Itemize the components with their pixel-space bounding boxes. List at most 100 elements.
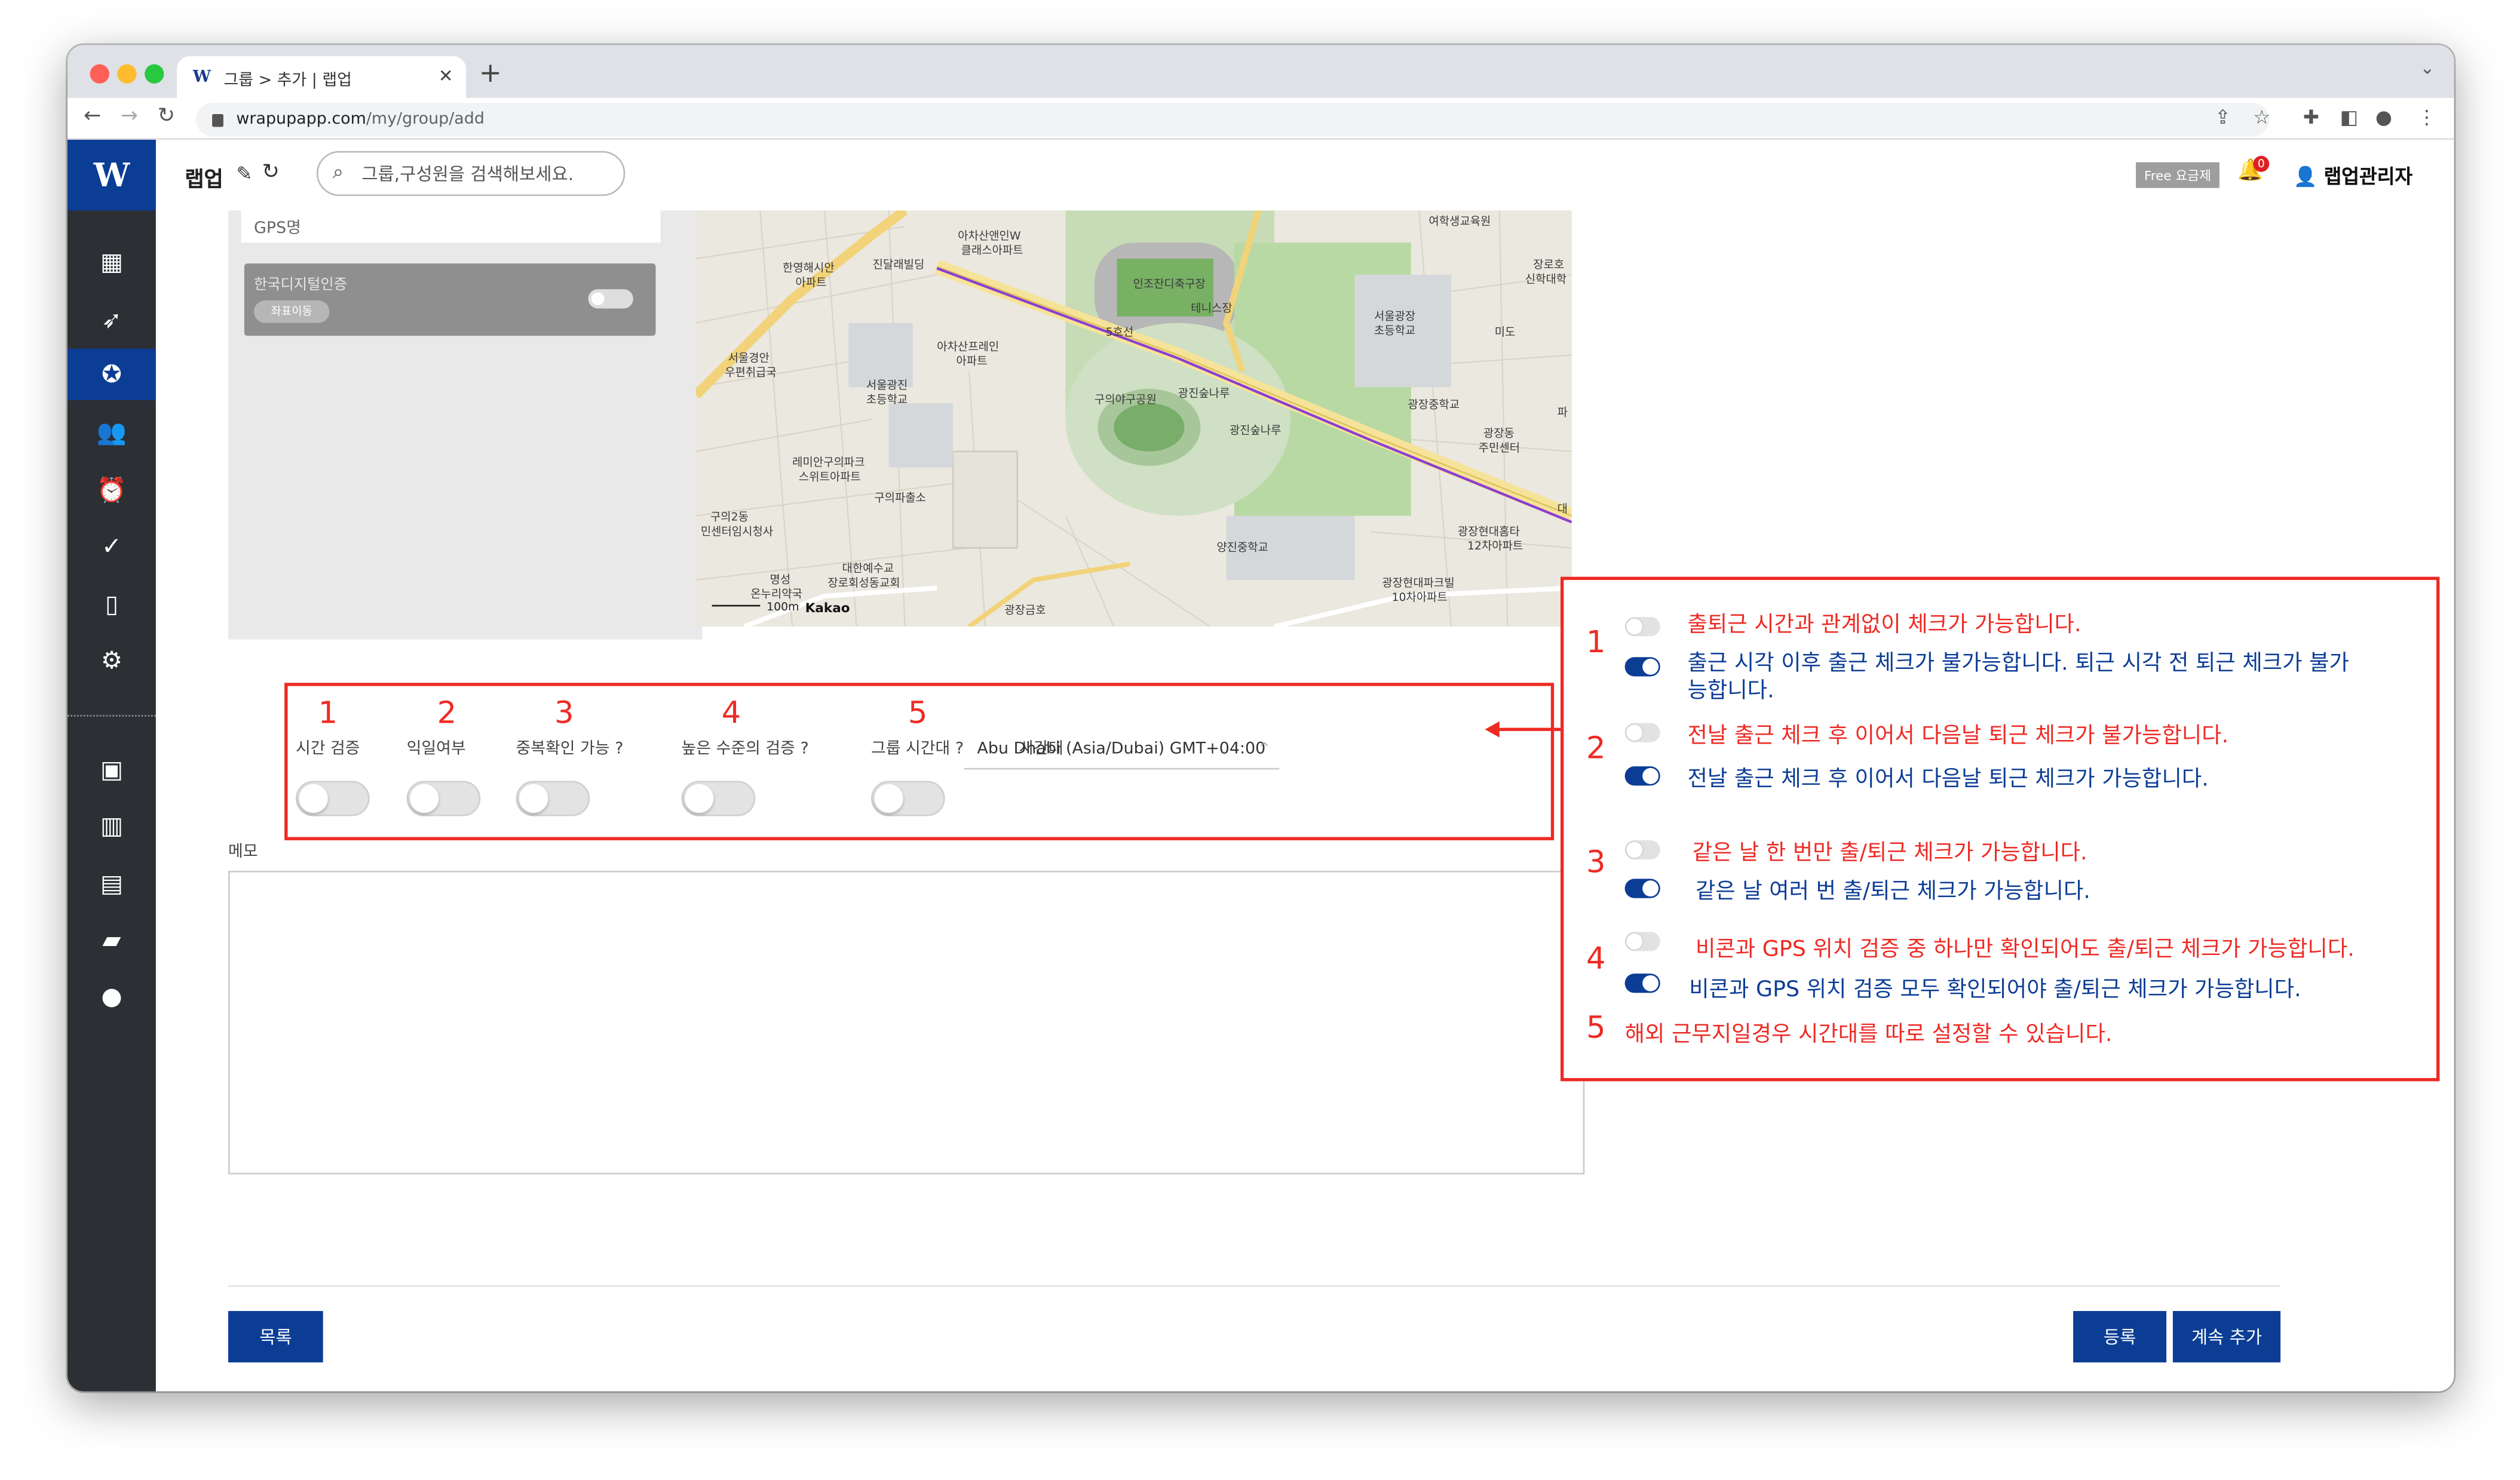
forward-icon[interactable]: → [121, 105, 138, 128]
map-label: 인조잔디축구장 [1133, 278, 1206, 291]
map-label: 서울광장 [1374, 310, 1416, 323]
gps-name-label: GPS명 [241, 210, 661, 243]
building-icon[interactable]: ▥ [68, 800, 156, 852]
callout-text-on-continued: 능합니다. [1687, 678, 1774, 704]
plan-badge[interactable]: Free 요금제 [2136, 162, 2219, 188]
store-icon[interactable]: ▤ [68, 858, 156, 909]
next-day-label: 익일여부 [406, 741, 466, 759]
duplicate-check-toggle[interactable] [516, 781, 590, 816]
extensions-icon[interactable]: ✚ [2303, 106, 2319, 129]
share-icon[interactable]: ⇪ [2215, 106, 2231, 129]
map-scale: 100m [767, 601, 799, 614]
toggle-off-icon [1624, 723, 1660, 742]
callout-text-off: 전날 출근 체크 후 이어서 다음날 퇴근 체크가 불가능합니다. [1687, 723, 2229, 749]
map-label: 명성 [770, 573, 791, 587]
gps-card-toggle[interactable] [588, 289, 633, 309]
group-icon[interactable]: ✪ [67, 348, 156, 400]
browser-tab[interactable]: W 그룹 > 추가 | 랩업 ✕ [176, 56, 467, 99]
bookmark-star-icon[interactable]: ☆ [2253, 106, 2270, 129]
url-field[interactable]: wrapupapp.com/my/group/add [196, 103, 2270, 137]
footer-divider [228, 1285, 2281, 1287]
map-label: 한영해시안 [783, 262, 835, 275]
option-number: 3 [554, 695, 574, 731]
map-label: 광장금호 [1004, 604, 1046, 617]
map-label: 대한예수교 [842, 562, 894, 576]
minimize-window-button[interactable] [117, 64, 137, 84]
brand-name: 랩업 [185, 168, 223, 193]
browser-menu-icon[interactable]: ⋮ [2417, 106, 2436, 129]
memo-textarea[interactable] [228, 870, 1585, 1175]
map-label: 서울광진 [866, 379, 908, 392]
timezone-value: Abu Dhabi (Asia/Dubai) GMT+04:00 [977, 741, 1266, 759]
lock-icon [212, 113, 223, 127]
map-label: 아차산프레인 [937, 340, 1000, 354]
time-verification-toggle[interactable] [295, 781, 370, 816]
map-label: 아파트 [956, 355, 988, 369]
callout-text-on: 출근 시각 이후 출근 체크가 불가능합니다. 퇴근 시각 전 퇴근 체크가 불… [1687, 650, 2349, 677]
notification-count: 0 [2253, 155, 2270, 172]
option-number: 5 [908, 695, 928, 731]
search-input[interactable]: ⌕ 그룹,구성원을 검색해보세요. [316, 151, 626, 196]
sidebar: W ▦ ➶ ✪ 👥 ⏰ ✓ ▯ ⚙ ▣ ▥ ▤ ▰ ● [67, 140, 156, 1392]
map-label: 광장현대홈타 [1457, 525, 1520, 539]
register-button[interactable]: 등록 [2073, 1311, 2167, 1363]
map-label: 5호선 [1105, 326, 1134, 339]
side-panel-icon[interactable]: ◧ [2340, 106, 2359, 129]
check-icon[interactable]: ✓ [68, 521, 156, 572]
profile-icon[interactable]: ● [2375, 106, 2392, 129]
close-window-button[interactable] [90, 64, 109, 84]
callout-number: 2 [1586, 730, 1606, 767]
map-label: 광장현대파크빌 [1382, 576, 1455, 590]
map-label: 파 [1557, 406, 1568, 420]
support-icon[interactable]: ● [68, 971, 156, 1022]
map-label: 양진중학교 [1216, 541, 1268, 555]
next-day-toggle[interactable] [406, 781, 481, 816]
continue-add-button[interactable]: 계속 추가 [2172, 1311, 2281, 1363]
toggle-off-icon [1624, 616, 1660, 637]
dashboard-icon[interactable]: ▦ [68, 236, 156, 287]
user-menu[interactable]: 👤 랩업관리자 [2294, 162, 2412, 190]
sidebar-divider [67, 715, 156, 717]
group-timezone-label: 그룹 시간대 ? [870, 741, 964, 759]
toggle-off-icon [1624, 932, 1660, 951]
refresh-icon[interactable]: ↻ [262, 161, 279, 185]
map-label: 구의2동 [710, 511, 749, 524]
chat-icon[interactable]: ▰ [68, 914, 156, 966]
map-view[interactable]: 여학생교육원 아차산앤인W 클래스아파트 한영해시안 아파트 진달래빌딩 인조잔… [695, 210, 1572, 627]
close-tab-icon[interactable]: ✕ [439, 66, 453, 87]
edit-pencil-icon[interactable]: ✎ [236, 162, 252, 185]
map-label: 장로회성동교회 [827, 576, 900, 590]
gps-card[interactable]: 한국디지털인증 좌표이동 [244, 263, 656, 336]
map-label: 구의파출소 [874, 492, 926, 505]
timezone-select[interactable]: Abu Dhabi (Asia/Dubai) GMT+04:00 ^ [964, 741, 1280, 770]
maximize-window-button[interactable] [145, 64, 164, 84]
address-bar: ← → ↻ wrapupapp.com/my/group/add ⇪ ☆ ✚ ◧… [67, 98, 2454, 140]
rocket-icon[interactable]: ➶ [68, 294, 156, 345]
callout-number: 5 [1586, 1011, 1606, 1046]
map-label: 광장중학교 [1408, 398, 1460, 412]
reload-icon[interactable]: ↻ [158, 105, 175, 128]
callout-text-on: 전날 출근 체크 후 이어서 다음날 퇴근 체크가 가능합니다. [1687, 766, 2209, 793]
phone-icon[interactable]: ▯ [68, 578, 156, 630]
alarm-icon[interactable]: ⏰ [68, 464, 156, 515]
people-icon[interactable]: 👥 [68, 407, 156, 458]
high-level-verification-toggle[interactable] [681, 781, 756, 816]
map-label: 미도 [1494, 326, 1516, 339]
contact-card-icon[interactable]: ▣ [68, 744, 156, 795]
group-timezone-toggle[interactable] [870, 781, 945, 816]
app-logo[interactable]: W [67, 140, 156, 211]
list-button[interactable]: 목록 [228, 1311, 323, 1363]
move-coordinates-button[interactable]: 좌표이동 [254, 300, 330, 323]
search-icon: ⌕ [332, 161, 344, 183]
time-verification-label: 시간 검증 [295, 741, 360, 759]
map-label: 여학생교육원 [1428, 215, 1491, 228]
toggle-off-icon [1624, 840, 1660, 860]
back-icon[interactable]: ← [84, 105, 101, 128]
new-tab-button[interactable]: + [479, 58, 502, 90]
toggle-on-icon [1624, 657, 1660, 677]
tab-search-icon[interactable]: ⌄ [2420, 58, 2435, 79]
map-label: 우편취급국 [725, 366, 777, 379]
gear-icon[interactable]: ⚙ [68, 635, 156, 686]
search-placeholder: 그룹,구성원을 검색해보세요. [361, 164, 574, 185]
map-label: 주민센터 [1478, 441, 1520, 455]
